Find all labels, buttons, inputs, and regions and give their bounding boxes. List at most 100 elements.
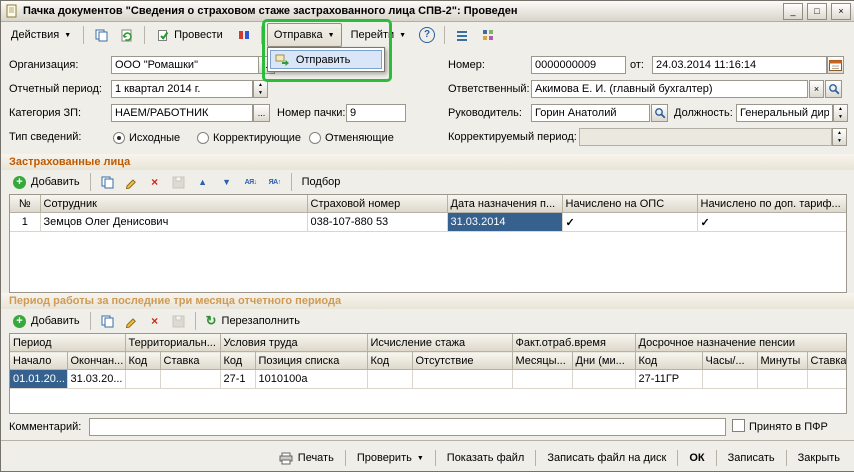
col-rate[interactable]: Ставка [807, 351, 846, 370]
radio-korrektiruyushchie[interactable] [197, 132, 209, 144]
insured-sort-desc-button[interactable]: ЯА↑ [264, 171, 286, 193]
insured-add-button[interactable]: + Добавить [8, 171, 85, 193]
goto-menu-button[interactable]: Перейти ▼ [344, 23, 414, 47]
col-header-ops[interactable]: Начислено на ОПС [562, 195, 698, 213]
save-button[interactable]: Записать [720, 446, 783, 470]
insured-row[interactable]: 1 Земцов Олег Денисович 038-107-880 53 3… [10, 212, 846, 232]
send-menu-button[interactable]: Отправка ▼ Отправить [261, 19, 392, 82]
responsible-lookup-button[interactable] [825, 80, 842, 98]
cell-cond-code[interactable]: 27-1 [220, 369, 256, 389]
close-button[interactable]: × [831, 2, 851, 20]
maximize-button[interactable]: □ [807, 2, 827, 20]
col-absence[interactable]: Отсутствие [412, 351, 513, 370]
cell-start[interactable]: 01.01.20... [10, 369, 68, 389]
category-input[interactable] [111, 104, 253, 122]
show-file-button[interactable]: Показать файл [439, 446, 533, 470]
col-header-snils[interactable]: Страховой номер [307, 195, 448, 213]
cell-snils[interactable]: 038-107-880 53 [307, 212, 448, 232]
date-input[interactable] [652, 56, 827, 74]
print-button[interactable]: Печать [271, 446, 342, 470]
periods-edit-button[interactable] [120, 310, 142, 332]
radio-ishodnye[interactable] [113, 132, 125, 144]
calendar-button[interactable] [827, 56, 844, 74]
help-button[interactable]: ? [415, 23, 439, 47]
cell-calc-code[interactable] [367, 369, 413, 389]
group-actual-time[interactable]: Факт.отраб.время [512, 334, 636, 352]
col-header-assign-date[interactable]: Дата назначения п... [447, 195, 563, 213]
manager-input[interactable] [531, 104, 650, 122]
col-days[interactable]: Дни (ми... [572, 351, 636, 370]
col-months[interactable]: Месяцы... [512, 351, 573, 370]
cell-employee[interactable]: Земцов Олег Денисович [40, 212, 308, 232]
responsible-input[interactable] [531, 80, 808, 98]
cell-list-position[interactable]: 1010100а [255, 369, 368, 389]
col-header-employee[interactable]: Сотрудник [40, 195, 308, 213]
radio-otmenyayushchie[interactable] [309, 132, 321, 144]
cell-end[interactable]: 31.03.20... [67, 369, 126, 389]
group-service-calc[interactable]: Исчисление стажа [367, 334, 513, 352]
group-early-pension[interactable]: Досрочное назначение пенсии [635, 334, 846, 352]
actions-menu-button[interactable]: Действия ▼ [4, 23, 78, 47]
cell-terr-code[interactable] [125, 369, 161, 389]
report-period-spinner[interactable]: ▲ ▼ [253, 80, 268, 98]
col-list-position[interactable]: Позиция списка [255, 351, 368, 370]
posting-result-button[interactable] [232, 23, 256, 47]
form-settings-button[interactable] [476, 23, 500, 47]
cell-hours[interactable] [702, 369, 758, 389]
cell-months[interactable] [512, 369, 573, 389]
col-terr-rate[interactable]: Ставка [160, 351, 221, 370]
report-period-input[interactable] [111, 80, 253, 98]
copy-document-button[interactable] [89, 23, 113, 47]
periods-add-button[interactable]: + Добавить [8, 310, 85, 332]
comment-input[interactable] [89, 418, 726, 436]
col-cond-code[interactable]: Код [220, 351, 256, 370]
responsible-clear-button[interactable]: × [809, 80, 824, 98]
minimize-button[interactable]: _ [783, 2, 803, 20]
cell-dop-check[interactable]: ✓ [697, 212, 846, 232]
col-pension-code[interactable]: Код [635, 351, 703, 370]
col-start[interactable]: Начало [10, 351, 68, 370]
cell-days[interactable] [572, 369, 636, 389]
periods-delete-button[interactable]: × [144, 310, 166, 332]
periods-row[interactable]: 01.01.20... 31.03.20... 27-1 1010100а 27… [10, 369, 846, 389]
cell-absence[interactable] [412, 369, 513, 389]
save-file-to-disk-button[interactable]: Записать файл на диск [539, 446, 674, 470]
insured-copy-button[interactable] [96, 171, 118, 193]
periods-refill-button[interactable]: ↻ Перезаполнить [201, 310, 305, 332]
position-spinner[interactable]: ▲ ▼ [833, 104, 848, 122]
category-ellipsis-button[interactable]: ... [253, 104, 270, 122]
check-menu-button[interactable]: Проверить ▼ [349, 446, 432, 470]
reread-button[interactable] [115, 23, 139, 47]
group-period[interactable]: Период [10, 334, 126, 352]
cell-minutes[interactable] [757, 369, 808, 389]
cell-num[interactable]: 1 [10, 212, 41, 232]
list-settings-button[interactable] [450, 23, 474, 47]
close-form-button[interactable]: Закрыть [790, 446, 848, 470]
insured-sort-asc-button[interactable]: АЯ↓ [240, 171, 262, 193]
col-header-dop-tarif[interactable]: Начислено по доп. тариф... [697, 195, 846, 213]
group-work-conditions[interactable]: Условия труда [220, 334, 368, 352]
col-hours[interactable]: Часы/... [702, 351, 758, 370]
ok-button[interactable]: ОК [681, 446, 712, 470]
insured-delete-button[interactable]: × [144, 171, 166, 193]
pack-number-input[interactable] [346, 104, 406, 122]
insured-edit-button[interactable] [120, 171, 142, 193]
position-input[interactable] [736, 104, 833, 122]
org-input[interactable] [111, 56, 259, 74]
post-button[interactable]: Провести [150, 23, 230, 47]
manager-lookup-button[interactable] [651, 104, 668, 122]
col-minutes[interactable]: Минуты [757, 351, 808, 370]
insured-pick-button[interactable]: Подбор [297, 171, 346, 193]
insured-move-down-button[interactable]: ▼ [216, 171, 238, 193]
group-territorial[interactable]: Территориальн... [125, 334, 221, 352]
col-header-num[interactable]: № [10, 195, 41, 213]
periods-copy-button[interactable] [96, 310, 118, 332]
menu-item-send[interactable]: Отправить [269, 50, 382, 69]
insured-move-up-button[interactable]: ▲ [192, 171, 214, 193]
col-terr-code[interactable]: Код [125, 351, 161, 370]
cell-assign-date[interactable]: 31.03.2014 [447, 212, 563, 232]
number-input[interactable] [531, 56, 626, 74]
cell-pension-code[interactable]: 27-11ГР [635, 369, 703, 389]
cell-rate[interactable] [807, 369, 846, 389]
title-bar[interactable]: Пачка документов "Сведения о страховом с… [1, 1, 854, 22]
